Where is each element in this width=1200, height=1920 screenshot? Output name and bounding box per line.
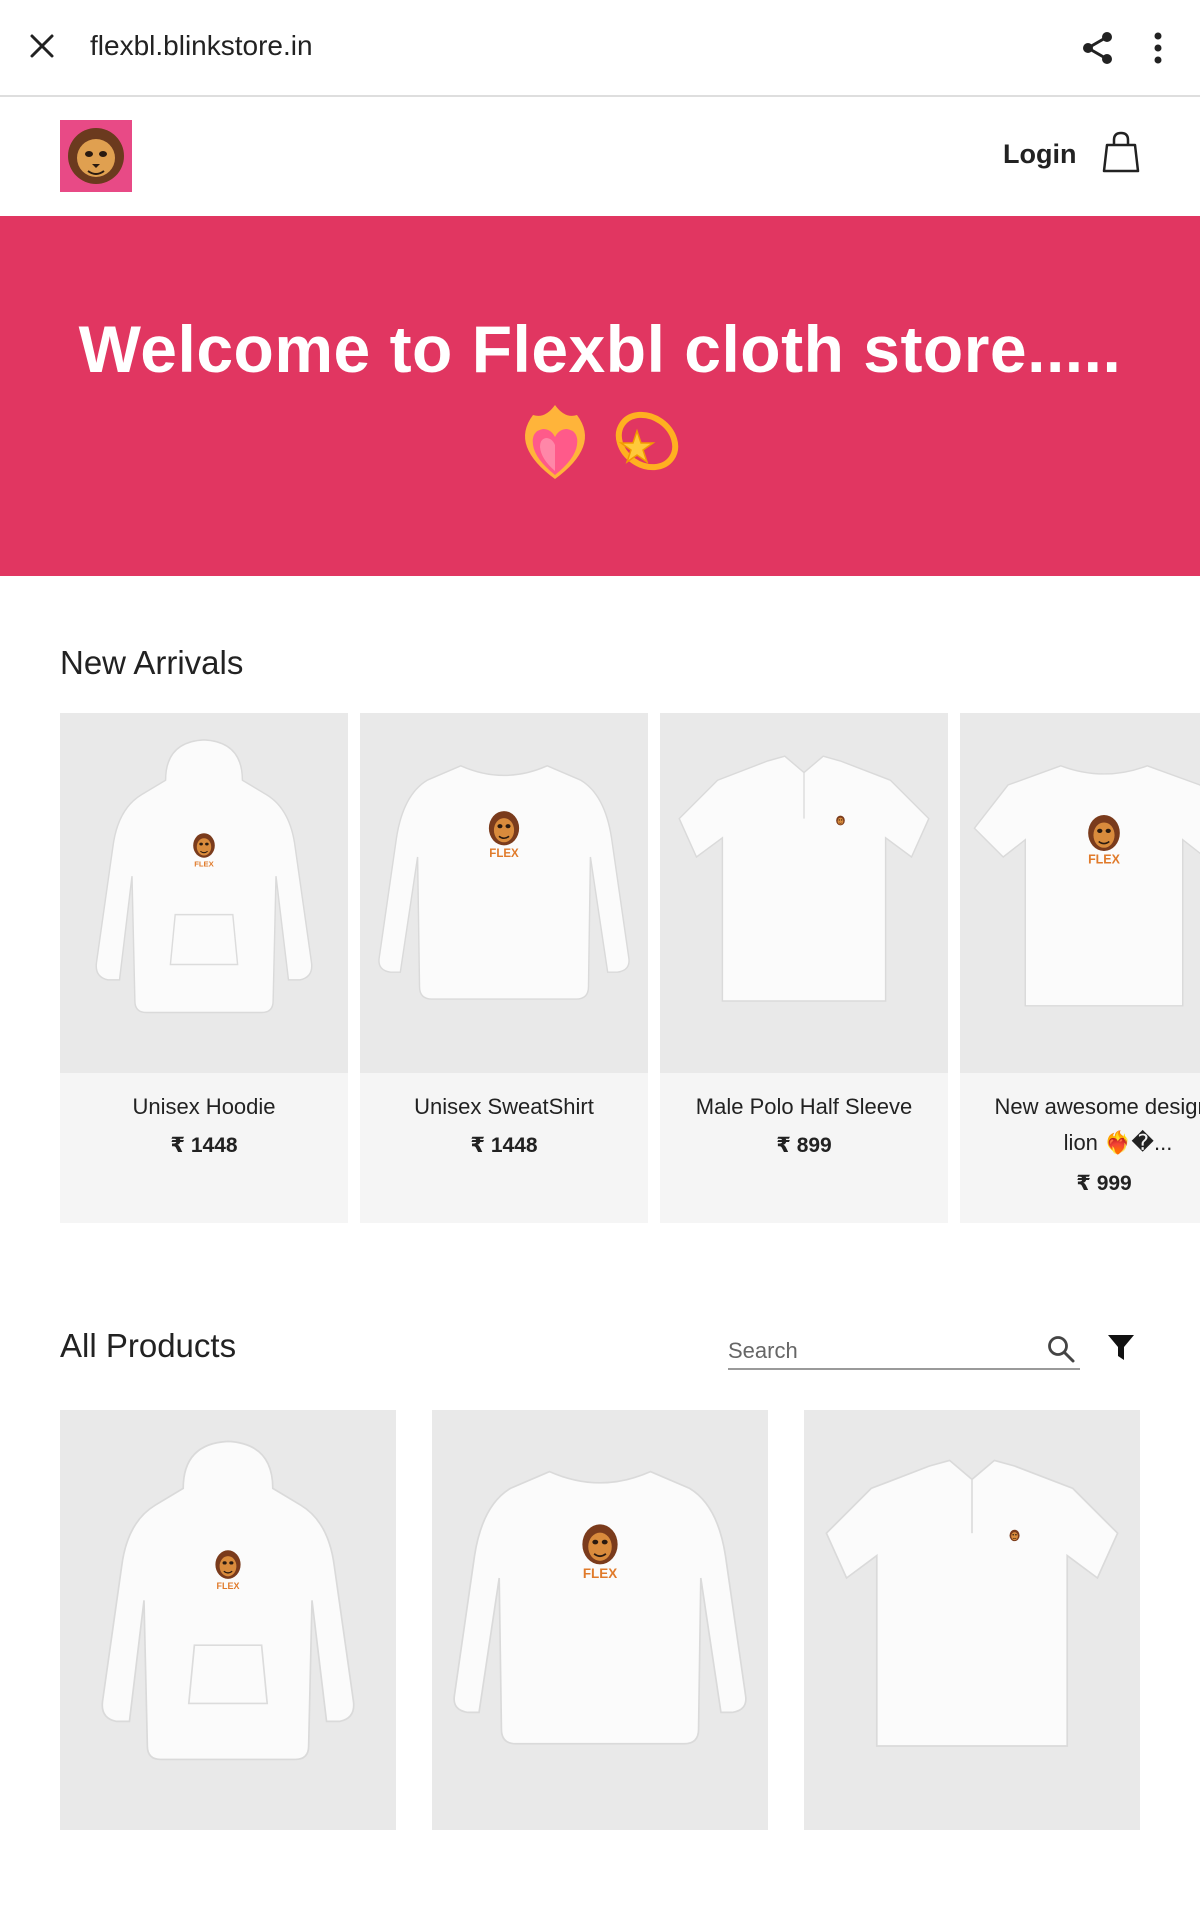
product-name[interactable]: New awesome design for lion ❤️‍🔥�... [960, 1089, 1200, 1161]
search-input[interactable] [728, 1336, 1028, 1366]
product-card-polo[interactable]: Male Polo Half Sleeve ₹ 899 [660, 713, 948, 1223]
product-card-hoodie[interactable]: FLEX Unisex Hoodie ₹ 1448 [60, 713, 348, 1223]
more-vert-icon[interactable] [1140, 30, 1176, 66]
dizzy-star-icon [615, 411, 679, 471]
banner-title: Welcome to Flexbl cloth store..... [78, 312, 1122, 386]
product-image[interactable] [660, 713, 948, 1073]
grid-product-sweatshirt[interactable]: FLEX [432, 1410, 768, 1830]
store-header: Login [0, 99, 1200, 217]
filter-icon[interactable] [1106, 1332, 1136, 1362]
shopping-bag-icon[interactable] [1102, 131, 1140, 173]
product-price: ₹ 1448 [470, 1134, 538, 1157]
product-image[interactable]: FLEX [960, 713, 1200, 1073]
search-icon[interactable] [1046, 1334, 1076, 1364]
product-name[interactable]: Unisex Hoodie [60, 1089, 348, 1125]
lion-logo[interactable] [60, 120, 132, 192]
browser-toolbar: flexbl.blinkstore.in [0, 0, 1200, 97]
share-icon[interactable] [1080, 30, 1116, 66]
banner-emoji-row [0, 401, 1200, 481]
product-price: ₹ 899 [776, 1134, 832, 1157]
welcome-banner: Welcome to Flexbl cloth store..... [0, 216, 1200, 576]
print-text: FLEX [194, 860, 214, 869]
grid-product-polo[interactable] [804, 1410, 1140, 1830]
product-price: ₹ 999 [1076, 1172, 1132, 1195]
login-link[interactable]: Login [1003, 139, 1076, 170]
search-field[interactable] [728, 1330, 1080, 1370]
print-text: FLEX [1088, 853, 1121, 867]
product-name[interactable]: Unisex SweatShirt [360, 1089, 648, 1125]
new-arrivals-carousel[interactable]: FLEX Unisex Hoodie ₹ 1448 FLEX Unisex Sw… [60, 713, 1200, 1223]
print-text: FLEX [217, 1581, 240, 1591]
product-card-sweatshirt[interactable]: FLEX Unisex SweatShirt ₹ 1448 [360, 713, 648, 1223]
print-text: FLEX [489, 848, 519, 860]
close-icon[interactable] [24, 28, 60, 64]
product-image[interactable]: FLEX [360, 713, 648, 1073]
print-text: FLEX [583, 1566, 617, 1581]
product-card-tshirt[interactable]: FLEX New awesome design for lion ❤️‍🔥�..… [960, 713, 1200, 1223]
product-price: ₹ 1448 [170, 1134, 238, 1157]
all-products-title: All Products [60, 1327, 237, 1364]
product-name[interactable]: Male Polo Half Sleeve [660, 1089, 948, 1125]
heart-on-fire-icon [525, 405, 585, 479]
browser-url[interactable]: flexbl.blinkstore.in [90, 30, 313, 62]
new-arrivals-title: New Arrivals [60, 644, 244, 681]
grid-product-hoodie[interactable]: FLEX [60, 1410, 396, 1830]
product-image[interactable]: FLEX [60, 713, 348, 1073]
